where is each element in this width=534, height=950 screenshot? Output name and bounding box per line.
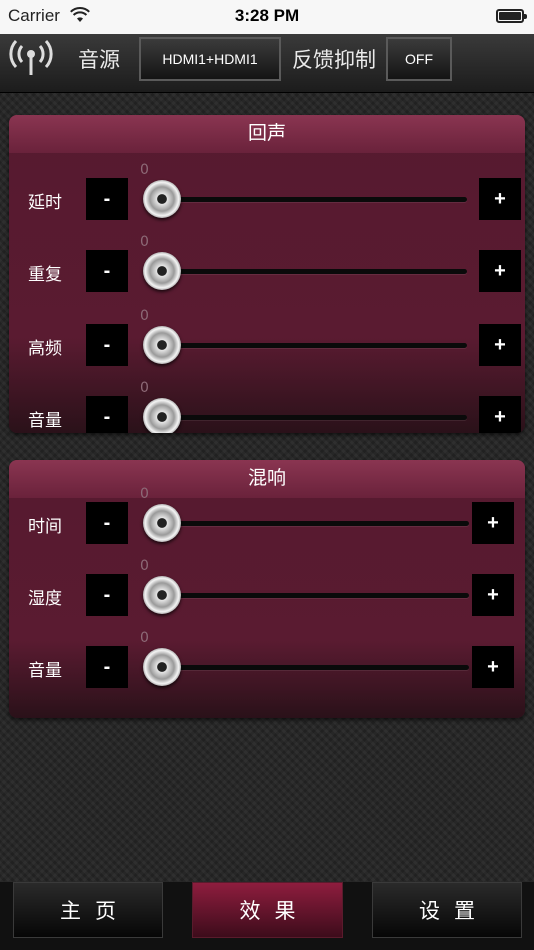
echo-delay-row: 延时 - 0 + bbox=[9, 162, 525, 238]
decrease-button[interactable]: - bbox=[86, 178, 128, 220]
decrease-button[interactable]: - bbox=[86, 250, 128, 292]
reverb-wetness-row: 湿度 - 0 + bbox=[9, 558, 525, 634]
reverb-volume-row: 音量 - 0 + bbox=[9, 630, 525, 706]
source-select-button[interactable]: HDMI1+HDMI1 bbox=[139, 37, 281, 81]
row-label: 音量 bbox=[28, 411, 62, 431]
slider-value: 0 bbox=[140, 486, 149, 502]
decrease-button[interactable]: - bbox=[86, 646, 128, 688]
echo-treble-row: 高频 - 0 + bbox=[9, 308, 525, 384]
slider-knob[interactable] bbox=[143, 180, 181, 218]
tab-home[interactable]: 主页 bbox=[13, 882, 163, 938]
row-label: 湿度 bbox=[28, 589, 62, 609]
increase-button[interactable]: + bbox=[479, 324, 521, 366]
status-bar: Carrier 3:28 PM bbox=[0, 0, 534, 34]
top-toolbar: 音源 HDMI1+HDMI1 反馈抑制 OFF bbox=[0, 34, 534, 93]
tab-settings[interactable]: 设置 bbox=[372, 882, 522, 938]
effects-content: 回声 延时 - 0 + 重复 - 0 + 高频 - 0 + 音量 - 0 + 混… bbox=[0, 93, 534, 882]
battery-icon bbox=[496, 9, 527, 23]
reverb-panel: 混响 时间 - 0 + 湿度 - 0 + 音量 - 0 + bbox=[9, 460, 525, 718]
signal-broadcast-icon[interactable] bbox=[8, 38, 54, 78]
slider-knob[interactable] bbox=[143, 576, 181, 614]
increase-button[interactable]: + bbox=[479, 250, 521, 292]
slider-value: 0 bbox=[140, 162, 149, 178]
slider-track[interactable] bbox=[143, 521, 469, 526]
slider-knob[interactable] bbox=[143, 398, 181, 433]
row-label: 高频 bbox=[28, 339, 62, 359]
bottom-tab-bar: 主页 效果 设置 bbox=[0, 882, 534, 950]
increase-button[interactable]: + bbox=[472, 574, 514, 616]
row-label: 音量 bbox=[28, 661, 62, 681]
slider-knob[interactable] bbox=[143, 252, 181, 290]
slider-track[interactable] bbox=[143, 415, 467, 420]
decrease-button[interactable]: - bbox=[86, 502, 128, 544]
row-label: 延时 bbox=[28, 193, 62, 213]
slider-track[interactable] bbox=[143, 593, 469, 598]
increase-button[interactable]: + bbox=[472, 646, 514, 688]
row-label: 重复 bbox=[28, 265, 62, 285]
tab-effects[interactable]: 效果 bbox=[192, 882, 343, 938]
status-time: 3:28 PM bbox=[234, 6, 300, 25]
echo-repeat-row: 重复 - 0 + bbox=[9, 234, 525, 310]
feedback-suppression-label: 反馈抑制 bbox=[292, 48, 376, 72]
slider-value: 0 bbox=[140, 308, 149, 324]
slider-value: 0 bbox=[140, 630, 149, 646]
increase-button[interactable]: + bbox=[472, 502, 514, 544]
reverb-panel-title: 混响 bbox=[9, 460, 525, 498]
slider-value: 0 bbox=[140, 234, 149, 250]
source-label: 音源 bbox=[78, 48, 120, 72]
slider-value: 0 bbox=[140, 558, 149, 574]
slider-knob[interactable] bbox=[143, 326, 181, 364]
decrease-button[interactable]: - bbox=[86, 324, 128, 366]
slider-knob[interactable] bbox=[143, 504, 181, 542]
slider-track[interactable] bbox=[143, 343, 467, 348]
row-label: 时间 bbox=[28, 517, 62, 537]
feedback-suppression-toggle[interactable]: OFF bbox=[386, 37, 452, 81]
echo-panel-title: 回声 bbox=[9, 115, 525, 153]
slider-knob[interactable] bbox=[143, 648, 181, 686]
slider-track[interactable] bbox=[143, 665, 469, 670]
decrease-button[interactable]: - bbox=[86, 574, 128, 616]
echo-volume-row: 音量 - 0 + bbox=[9, 380, 525, 433]
decrease-button[interactable]: - bbox=[86, 396, 128, 433]
slider-track[interactable] bbox=[143, 269, 467, 274]
increase-button[interactable]: + bbox=[479, 178, 521, 220]
reverb-time-row: 时间 - 0 + bbox=[9, 486, 525, 562]
slider-track[interactable] bbox=[143, 197, 467, 202]
increase-button[interactable]: + bbox=[479, 396, 521, 433]
echo-panel: 回声 延时 - 0 + 重复 - 0 + 高频 - 0 + 音量 - 0 + bbox=[9, 115, 525, 433]
slider-value: 0 bbox=[140, 380, 149, 396]
